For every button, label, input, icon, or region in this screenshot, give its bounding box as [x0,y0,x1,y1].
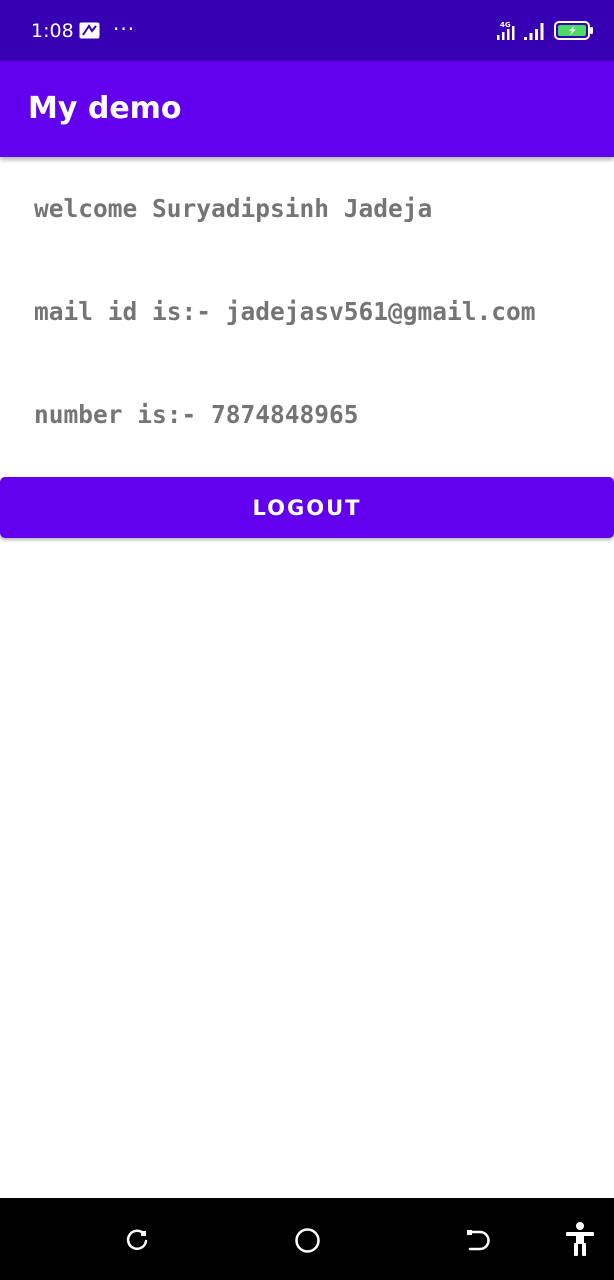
network-type-label: 4G [500,21,511,29]
mail-id-text: mail id is:- jadejasv561@gmail.com [34,297,536,326]
phone-number-text: number is:- 7874848965 [34,400,359,429]
more-notifications-icon: ··· [113,17,136,41]
accessibility-icon[interactable] [563,1221,597,1257]
signal-4g-icon: 4G [497,21,515,40]
status-time: 1:08 [31,20,74,42]
app-bar: My demo [0,61,614,157]
app-title: My demo [28,91,182,126]
battery-charging-icon [554,21,593,40]
logout-button-label: LOGOUT [252,495,362,520]
navigation-bar [0,1198,614,1280]
signal-bars-icon [524,23,544,40]
logout-button[interactable]: LOGOUT [0,477,614,538]
welcome-text: welcome Suryadipsinh Jadeja [34,194,433,223]
recent-apps-icon[interactable] [124,1228,150,1254]
status-bar: 1:08 ··· 4G [0,0,614,61]
back-icon[interactable] [464,1228,490,1254]
notification-icon [79,22,100,39]
home-icon[interactable] [294,1227,321,1254]
